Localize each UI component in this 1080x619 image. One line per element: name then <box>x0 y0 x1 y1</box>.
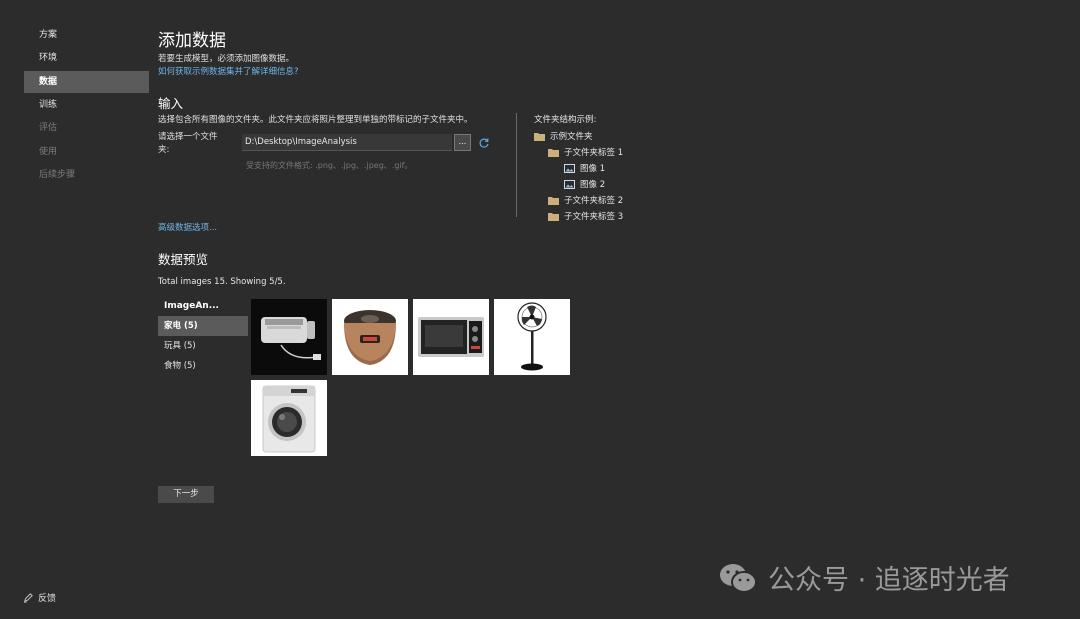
nav-item-data[interactable]: 数据 <box>24 71 149 93</box>
nav-item-environment[interactable]: 环境 <box>24 47 149 69</box>
tree-title: 文件夹结构示例: <box>534 115 597 125</box>
folder-label: 请选择一个文件夹: <box>158 132 218 155</box>
watermark-text: 公众号 · 追逐时光者 <box>768 565 1010 596</box>
main-content: 添加数据 若要生成模型，必须添加图像数据。 如何获取示例数据集并了解详细信息? … <box>158 0 1058 619</box>
refresh-icon <box>479 138 489 148</box>
nav-item-evaluate: 评估 <box>39 123 58 133</box>
tree-subfolder-1: 子文件夹标签 1 <box>534 144 623 160</box>
help-link[interactable]: 如何获取示例数据集并了解详细信息? <box>158 65 299 77</box>
nav-item-next-steps: 后续步骤 <box>39 170 76 180</box>
feedback-icon <box>23 593 33 603</box>
folder-icon <box>548 212 559 221</box>
nav-item-train[interactable]: 训练 <box>24 94 149 116</box>
thumbnail-washing-machine[interactable] <box>251 380 327 456</box>
category-item-appliances[interactable]: 家电 (5) <box>158 316 248 336</box>
formats-hint: 受支持的文件格式: .png、.jpg、.jpeg、.gif。 <box>246 161 413 170</box>
refresh-button[interactable] <box>476 134 492 151</box>
folder-icon <box>534 132 545 141</box>
category-root-folder: ImageAn... <box>164 301 219 311</box>
category-item-toys[interactable]: 玩具 (5) <box>158 336 248 356</box>
image-file-icon <box>564 179 575 189</box>
input-description: 选择包含所有图像的文件夹。此文件夹应将照片整理到单独的带标记的子文件夹中。 <box>158 115 473 125</box>
category-list: ImageAn... 家电 (5) 玩具 (5) 食物 (5) <box>158 296 248 376</box>
watermark: 公众号 · 追逐时光者 <box>718 558 1010 597</box>
page-title: 添加数据 <box>158 31 226 51</box>
category-item-food[interactable]: 食物 (5) <box>158 356 248 376</box>
input-heading: 输入 <box>158 96 184 111</box>
thumbnail-toaster[interactable] <box>251 299 327 375</box>
browse-button[interactable]: ... <box>454 134 471 151</box>
next-button[interactable]: 下一步 <box>158 486 214 503</box>
folder-icon <box>548 196 559 205</box>
tree-image-2: 图像 2 <box>534 176 623 192</box>
folder-icon <box>548 148 559 157</box>
nav-item-solution[interactable]: 方案 <box>24 24 149 46</box>
folder-path-input[interactable]: D:\Desktop\ImageAnalysis <box>242 134 452 151</box>
feedback-button[interactable]: 反馈 <box>23 591 56 604</box>
preview-total: Total images 15. Showing 5/5. <box>158 277 286 287</box>
thumbnail-oven[interactable] <box>413 299 489 375</box>
tree-subfolder-3: 子文件夹标签 3 <box>534 208 623 224</box>
washing-machine-photo-icon <box>251 380 327 456</box>
page-subtitle: 若要生成模型，必须添加图像数据。 <box>158 54 295 64</box>
tree-image-1: 图像 1 <box>534 160 623 176</box>
tree-root: 示例文件夹 <box>534 128 623 144</box>
thumbnail-fan[interactable] <box>494 299 570 375</box>
fan-photo-icon <box>494 299 570 375</box>
tree-subfolder-2: 子文件夹标签 2 <box>534 192 623 208</box>
vertical-divider <box>516 113 517 217</box>
toaster-photo-icon <box>251 299 327 375</box>
preview-heading: 数据预览 <box>158 252 209 267</box>
image-file-icon <box>564 163 575 173</box>
oven-photo-icon <box>413 299 489 375</box>
wechat-icon <box>720 563 757 593</box>
thumbnail-rice-cooker[interactable] <box>332 299 408 375</box>
rice-cooker-photo-icon <box>332 299 408 375</box>
nav-item-consume: 使用 <box>39 147 58 157</box>
sidebar: 方案 环境 数据 训练 评估 使用 后续步骤 反馈 <box>0 0 150 619</box>
feedback-label: 反馈 <box>38 594 57 604</box>
folder-structure-example: 文件夹结构示例: 示例文件夹 子文件夹标签 1 图像 1 图像 2 子文件夹标签… <box>534 113 623 224</box>
advanced-data-options-link[interactable]: 高级数据选项... <box>158 221 217 233</box>
